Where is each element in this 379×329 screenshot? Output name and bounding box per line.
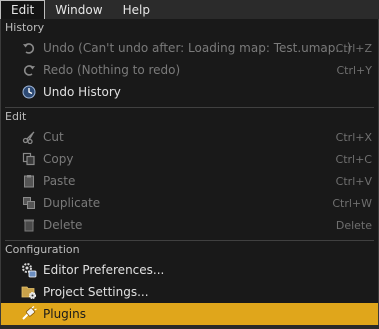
menu-item-cut[interactable]: Cut Ctrl+X	[1, 126, 378, 148]
menu-bottom-edge	[0, 325, 379, 329]
menu-edit[interactable]: Edit	[0, 0, 46, 20]
section-header-configuration: Configuration	[5, 243, 80, 256]
menu-edit-label: Edit	[11, 3, 35, 17]
menu-item-plugins[interactable]: Plugins	[1, 303, 378, 325]
menu-item-project-settings[interactable]: Project Settings...	[1, 281, 378, 303]
section-header-history: History	[5, 21, 45, 34]
copy-icon	[21, 151, 37, 167]
menu-item-delete-label: Delete	[43, 218, 83, 232]
menu-help-label: Help	[122, 3, 150, 17]
scissors-icon	[21, 129, 37, 145]
menu-item-undo-label: Undo (Can't undo after: Loading map: Tes…	[43, 41, 352, 55]
paste-icon	[21, 173, 37, 189]
editor-window: Edit Window Help History Undo (Can't und…	[0, 0, 379, 329]
redo-icon	[21, 62, 37, 78]
menu-item-redo-label: Redo (Nothing to redo)	[43, 63, 181, 77]
menu-bar: Edit Window Help	[0, 0, 379, 20]
menu-item-delete-shortcut: Delete	[335, 218, 372, 232]
menu-item-duplicate-shortcut: Ctrl+W	[332, 196, 372, 210]
menu-item-copy-label: Copy	[43, 152, 74, 166]
menu-item-duplicate[interactable]: Duplicate Ctrl+W	[1, 192, 378, 214]
menu-item-undo-shortcut: Ctrl+Z	[335, 41, 372, 55]
duplicate-icon	[21, 195, 37, 211]
menu-item-undo[interactable]: Undo (Can't undo after: Loading map: Tes…	[1, 37, 378, 59]
menu-item-editor-preferences-label: Editor Preferences...	[43, 263, 165, 277]
menu-item-paste-shortcut: Ctrl+V	[335, 174, 372, 188]
menu-item-paste[interactable]: Paste Ctrl+V	[1, 170, 378, 192]
delete-icon	[21, 217, 37, 233]
undo-history-icon	[21, 84, 37, 100]
menu-item-editor-preferences[interactable]: Editor Preferences...	[1, 259, 378, 281]
menu-item-copy-shortcut: Ctrl+C	[335, 152, 372, 166]
section-header-edit: Edit	[5, 110, 27, 123]
menu-item-copy[interactable]: Copy Ctrl+C	[1, 148, 378, 170]
menu-item-redo[interactable]: Redo (Nothing to redo) Ctrl+Y	[1, 59, 378, 81]
menu-help[interactable]: Help	[113, 0, 160, 20]
editor-preferences-icon	[21, 262, 37, 278]
menu-item-undo-history[interactable]: Undo History	[1, 81, 378, 103]
project-settings-icon	[21, 284, 37, 300]
menu-item-project-settings-label: Project Settings...	[43, 285, 149, 299]
menu-item-undo-history-label: Undo History	[43, 85, 121, 99]
edit-dropdown-menu: History Undo (Can't undo after: Loading …	[0, 19, 379, 329]
menu-window[interactable]: Window	[45, 0, 112, 20]
menu-item-plugins-label: Plugins	[43, 307, 86, 321]
menu-item-delete[interactable]: Delete Delete	[1, 214, 378, 236]
plugins-icon	[21, 306, 37, 322]
menu-item-cut-label: Cut	[43, 130, 64, 144]
menu-item-redo-shortcut: Ctrl+Y	[336, 63, 372, 77]
menu-item-duplicate-label: Duplicate	[43, 196, 101, 210]
undo-icon	[21, 40, 37, 56]
menu-window-label: Window	[55, 3, 103, 17]
menu-item-paste-label: Paste	[43, 174, 76, 188]
menu-item-cut-shortcut: Ctrl+X	[335, 130, 372, 144]
